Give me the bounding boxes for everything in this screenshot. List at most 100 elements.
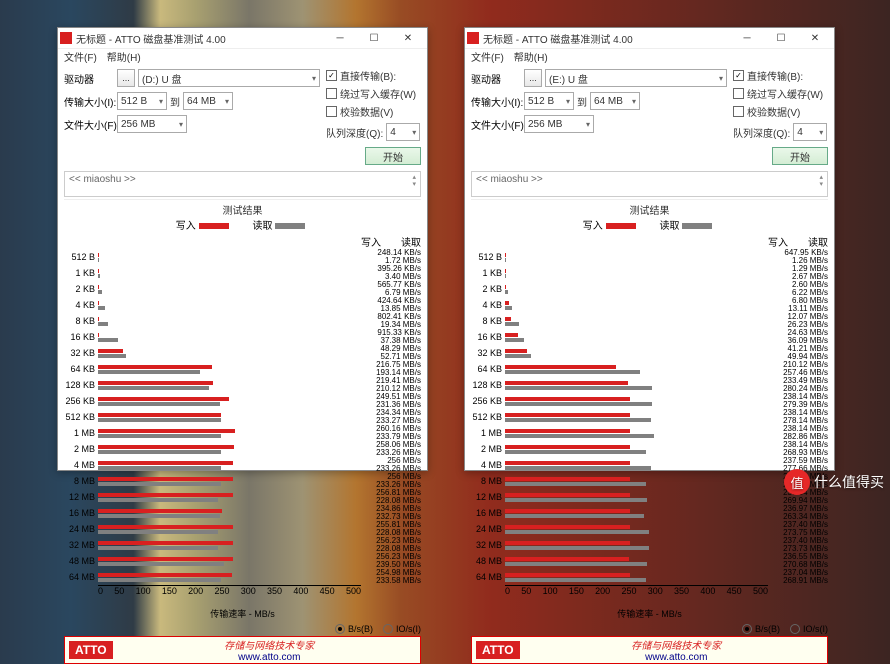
read-bar: [505, 274, 506, 278]
xfer-to-select[interactable]: 64 MB: [590, 92, 640, 110]
xfer-label: 传输大小(I):: [471, 94, 521, 109]
xfer-from-select[interactable]: 512 B: [524, 92, 574, 110]
xtick: 400: [293, 586, 308, 607]
write-bar: [505, 317, 511, 321]
direct-check[interactable]: ✓直接传输(B):: [326, 68, 396, 83]
filesize-select[interactable]: 256 MB: [117, 115, 187, 133]
xaxis-label: 传输速率 - MB/s: [471, 607, 828, 620]
read-bar: [505, 578, 646, 582]
read-bar: [98, 306, 105, 310]
xtick: 400: [700, 586, 715, 607]
verify-check[interactable]: 校验数据(V): [733, 104, 800, 119]
chart-row: 512 B 248.14 KB/s1.72 MB/s: [64, 249, 421, 265]
write-bar: [98, 493, 233, 497]
read-val: 269.94 MB/s: [768, 497, 828, 505]
help-menu[interactable]: 帮助(H): [514, 49, 548, 64]
xtick: 250: [214, 586, 229, 607]
description-box[interactable]: << miaoshu >>▴▾: [471, 171, 828, 197]
xaxis-label: 传输速率 - MB/s: [64, 607, 421, 620]
row-label: 64 KB: [471, 364, 505, 374]
writecache-check[interactable]: 绕过写入缓存(W): [733, 86, 823, 101]
read-bar: [505, 418, 651, 422]
row-label: 16 MB: [471, 508, 505, 518]
chart-row: 24 MB 255.81 MB/s228.08 MB/s: [64, 521, 421, 537]
write-bar: [505, 365, 616, 369]
file-menu[interactable]: 文件(F): [471, 49, 504, 64]
direct-check[interactable]: ✓直接传输(B):: [733, 68, 803, 83]
drive-browse-button[interactable]: ...: [524, 69, 542, 87]
read-val: 263.34 MB/s: [768, 513, 828, 521]
xfer-from-select[interactable]: 512 B: [117, 92, 167, 110]
drive-select[interactable]: (E:) U 盘: [545, 69, 727, 87]
close-button[interactable]: ✕: [391, 28, 425, 48]
read-val: 273.73 MB/s: [768, 545, 828, 553]
minimize-button[interactable]: ─: [730, 28, 764, 48]
xtick: 0: [98, 586, 103, 607]
queue-label: 队列深度(Q):: [326, 125, 383, 140]
write-bar: [505, 445, 630, 449]
row-label: 2 KB: [64, 284, 98, 294]
read-bar: [98, 418, 221, 422]
read-bar: [505, 482, 646, 486]
description-box[interactable]: << miaoshu >>▴▾: [64, 171, 421, 197]
maximize-button[interactable]: ☐: [357, 28, 391, 48]
to-label: 到: [577, 94, 587, 109]
drive-browse-button[interactable]: ...: [117, 69, 135, 87]
read-val: 228.08 MB/s: [361, 529, 421, 537]
help-menu[interactable]: 帮助(H): [107, 49, 141, 64]
queue-select[interactable]: 4: [793, 123, 827, 141]
xtick: 350: [674, 586, 689, 607]
xtick: 200: [595, 586, 610, 607]
chart-row: 16 KB 915.33 KB/s37.38 MB/s: [64, 329, 421, 345]
filesize-select[interactable]: 256 MB: [524, 115, 594, 133]
footer: ATTO 存储与网络技术专家www.atto.com: [64, 636, 421, 664]
chart-row: 8 MB 237.59 MB/s268.93 MB/s: [471, 473, 828, 489]
xtick: 50: [114, 586, 124, 607]
bytes-radio[interactable]: B/s(B): [742, 624, 780, 634]
queue-select[interactable]: 4: [386, 123, 420, 141]
row-label: 48 MB: [64, 556, 98, 566]
read-bar: [505, 306, 512, 310]
chart-row: 32 MB 237.40 MB/s273.73 MB/s: [471, 537, 828, 553]
io-radio[interactable]: IO/s(I): [383, 624, 421, 634]
close-button[interactable]: ✕: [798, 28, 832, 48]
start-button[interactable]: 开始: [365, 147, 421, 165]
row-label: 1 KB: [471, 268, 505, 278]
xfer-to-select[interactable]: 64 MB: [183, 92, 233, 110]
footer-url: www.atto.com: [119, 652, 420, 663]
row-label: 64 MB: [64, 572, 98, 582]
chart-row: 1 KB 395.26 KB/s3.40 MB/s: [64, 265, 421, 281]
io-radio[interactable]: IO/s(I): [790, 624, 828, 634]
results-title: 测试结果: [471, 202, 828, 217]
writecache-check[interactable]: 绕过写入缓存(W): [326, 86, 416, 101]
write-bar: [505, 413, 630, 417]
chart-row: 4 KB 6.80 MB/s13.11 MB/s: [471, 297, 828, 313]
file-menu[interactable]: 文件(F): [64, 49, 97, 64]
write-bar: [505, 493, 630, 497]
row-label: 8 MB: [471, 476, 505, 486]
row-label: 32 MB: [64, 540, 98, 550]
row-label: 16 MB: [64, 508, 98, 518]
chart-row: 12 MB 237.84 MB/s269.94 MB/s: [471, 489, 828, 505]
chart-row: 16 MB 236.97 MB/s263.34 MB/s: [471, 505, 828, 521]
chart-row: 32 MB 256.23 MB/s228.08 MB/s: [64, 537, 421, 553]
minimize-button[interactable]: ─: [323, 28, 357, 48]
read-bar: [98, 274, 100, 278]
maximize-button[interactable]: ☐: [764, 28, 798, 48]
write-bar: [98, 573, 232, 577]
xtick: 450: [727, 586, 742, 607]
row-label: 4 MB: [64, 460, 98, 470]
bytes-radio[interactable]: B/s(B): [335, 624, 373, 634]
verify-check[interactable]: 校验数据(V): [326, 104, 393, 119]
menubar: 文件(F) 帮助(H): [465, 49, 834, 64]
drive-select[interactable]: (D:) U 盘: [138, 69, 320, 87]
chart-row: 64 KB 216.75 MB/s193.14 MB/s: [64, 361, 421, 377]
drive-label: 驱动器: [64, 71, 114, 86]
start-button[interactable]: 开始: [772, 147, 828, 165]
chart-row: 128 KB 233.49 MB/s280.24 MB/s: [471, 377, 828, 393]
write-val: 256.23 MB/s: [361, 537, 421, 545]
xtick: 0: [505, 586, 510, 607]
chart-row: 16 MB 234.86 MB/s232.73 MB/s: [64, 505, 421, 521]
row-label: 64 MB: [471, 572, 505, 582]
read-val: 270.68 MB/s: [768, 561, 828, 569]
